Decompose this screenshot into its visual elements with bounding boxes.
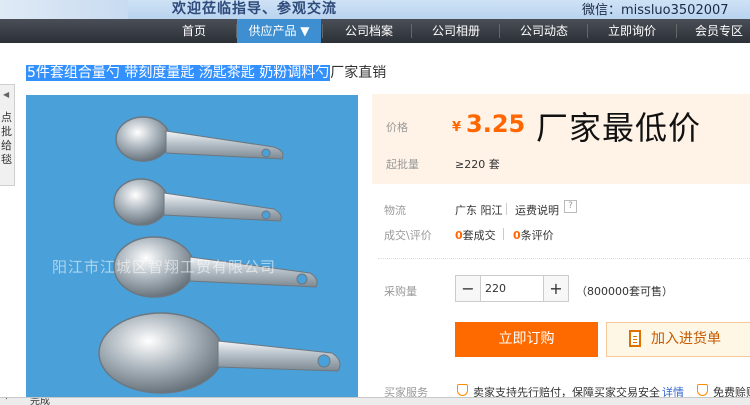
moq-label: 起批量 — [386, 158, 419, 171]
product-title-suffix: 厂家直销 — [330, 65, 387, 81]
quantity-input[interactable] — [481, 276, 542, 301]
deal-count: 0套成交 — [455, 227, 496, 243]
nav-item-home[interactable]: 首页 — [172, 19, 216, 43]
back-arrow-icon[interactable]: ⇦ — [4, 398, 12, 403]
currency-symbol: ¥ — [452, 120, 462, 135]
main-nav: 首页 供应产品 ▼ 公司档案 公司相册 公司动态 立即询价 会员专区 — [0, 19, 750, 43]
price-value: 3.25 — [466, 110, 526, 138]
product-title-selected: 5件套组合量勺 带刻度量匙 汤匙茶匙 奶粉调料勺 — [26, 65, 331, 81]
nav-item-members[interactable]: 会员专区 — [688, 19, 750, 43]
quantity-stepper: − + — [455, 275, 569, 302]
nav-divider — [499, 24, 500, 38]
order-now-button[interactable]: 立即订购 — [455, 322, 598, 357]
deal-count-number: 0 — [455, 229, 463, 242]
spoon-1 — [115, 116, 284, 162]
logistics-label: 物流 — [384, 204, 406, 217]
deal-count-suffix: 套成交 — [462, 229, 496, 242]
wechat-contact: 微信：missluo3502007 — [582, 3, 729, 18]
review-count-suffix: 条评价 — [520, 229, 554, 242]
shield-icon — [457, 384, 468, 396]
moq-value: ≥220 套 — [455, 158, 500, 171]
purchase-quantity-label: 采购量 — [384, 285, 417, 298]
product-image[interactable] — [26, 95, 358, 399]
spoon-2 — [113, 178, 282, 226]
measuring-spoons-illustration — [98, 116, 341, 394]
side-tab-label: 点批给毯 — [1, 111, 12, 166]
nav-divider — [587, 24, 588, 38]
stock-available: （800000套可售） — [576, 285, 673, 298]
review-count-number: 0 — [513, 229, 521, 242]
add-to-cart-button[interactable]: 加入进货单 — [606, 322, 750, 357]
nav-item-company-news[interactable]: 公司动态 — [511, 19, 577, 43]
help-icon[interactable]: ? — [564, 200, 577, 213]
decrease-quantity-button[interactable]: − — [456, 276, 481, 301]
side-collapse-tab[interactable]: ◀ 点批给毯 — [0, 84, 15, 186]
nav-item-inquiry[interactable]: 立即询价 — [599, 19, 665, 43]
clipboard-icon — [629, 330, 641, 347]
deals-label: 成交\评价 — [384, 229, 432, 242]
price-slogan: 厂家最低价 — [536, 109, 702, 147]
nav-item-company-album[interactable]: 公司相册 — [423, 19, 489, 43]
nav-item-company-profile[interactable]: 公司档案 — [336, 19, 402, 43]
divider — [503, 228, 504, 240]
image-watermark: 阳江市江城区智翔工贸有限公司 — [52, 258, 277, 276]
price-label: 价格 — [386, 121, 408, 134]
increase-quantity-button[interactable]: + — [543, 276, 568, 301]
nav-divider — [676, 24, 677, 38]
top-banner: 欢迎莅临指导、参观交流 微信：missluo3502007 — [0, 0, 750, 19]
freight-info-link[interactable]: 运费说明 — [515, 202, 559, 218]
add-to-cart-label: 加入进货单 — [651, 331, 721, 347]
collapse-arrow-icon: ◀ — [3, 90, 10, 99]
product-title: 5件套组合量勺 带刻度量匙 汤匙茶匙 奶粉调料勺厂家直销 — [26, 62, 386, 82]
nav-divider — [322, 24, 323, 38]
ship-from-location: 广东 阳江 — [455, 204, 503, 217]
nav-item-products[interactable]: 供应产品 ▼ — [237, 19, 321, 43]
banner-graphic — [0, 0, 128, 19]
divider — [506, 203, 507, 215]
spoon-4 — [98, 312, 341, 394]
banner-slogan: 欢迎莅临指导、参观交流 — [172, 1, 337, 17]
review-count[interactable]: 0条评价 — [513, 227, 554, 243]
section-divider — [378, 258, 750, 260]
nav-divider — [411, 24, 412, 38]
shield-icon — [697, 384, 708, 396]
